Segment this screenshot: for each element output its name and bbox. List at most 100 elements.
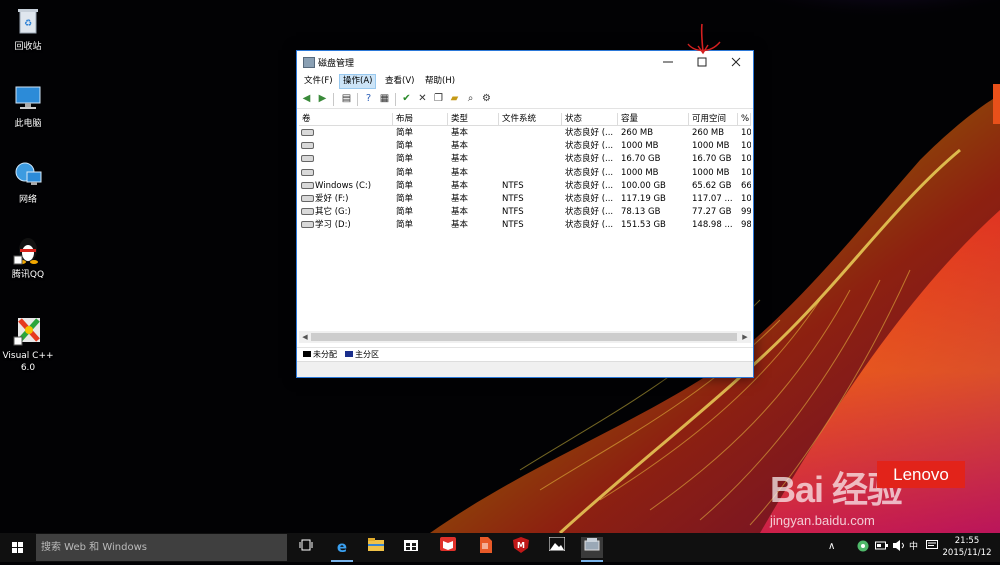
column-header-volume[interactable]: 卷 (299, 113, 393, 126)
menu-action[interactable]: 操作(A) (339, 74, 377, 89)
chevron-up-icon: ∧ (828, 541, 836, 552)
cell-status: 状态良好 (... (565, 206, 617, 219)
help-icon[interactable]: ? (363, 93, 374, 104)
column-header-percent[interactable]: % (738, 113, 751, 126)
lenovo-logo: Lenovo (877, 461, 965, 488)
volume-row[interactable]: 爱好 (F:) 简单 基本 NTFS 状态良好 (... 117.19 GB 117.07 … (299, 193, 751, 206)
volume-row[interactable]: 学习 (D:) 简单 基本 NTFS 状态良好 (... 151.53 GB 148.98 … (299, 219, 751, 232)
cell-free: 16.70 GB (692, 153, 736, 166)
fs-text: NTFS (502, 220, 524, 231)
red-app-taskbar-button[interactable] (474, 537, 496, 558)
free-text: 65.62 GB (692, 180, 732, 191)
cell-status: 状态良好 (... (565, 180, 617, 193)
disk-management-icon (584, 538, 600, 551)
this-pc-shortcut[interactable]: 此电脑 (0, 82, 56, 130)
task-view-button[interactable] (295, 537, 317, 558)
recycle-bin-shortcut[interactable]: ♻ 回收站 (0, 5, 56, 53)
settings-icon[interactable]: ⚙ (481, 93, 492, 104)
visual-cpp-shortcut[interactable]: Visual C++ 6.0 (0, 314, 56, 374)
volume-text: 其它 (G:) (315, 207, 351, 218)
qq-shortcut[interactable]: 腾讯QQ (0, 233, 56, 281)
open-folder-icon[interactable]: ▰ (449, 93, 460, 104)
column-header-type[interactable]: 类型 (448, 113, 499, 126)
cell-layout: 简单 (396, 140, 446, 153)
tray-app-green[interactable] (857, 540, 869, 557)
desktop-icon-label: 腾讯QQ (11, 270, 45, 280)
cell-capacity: 1000 MB (621, 167, 687, 180)
disk-drive-icon (301, 195, 314, 202)
check-icon[interactable]: ✔ (401, 93, 412, 104)
volume-row[interactable]: Windows (C:) 简单 基本 NTFS 状态良好 (... 100.00 GB 65… (299, 180, 751, 193)
cell-free: 260 MB (692, 127, 736, 140)
cell-layout: 简单 (396, 180, 446, 193)
volume-button[interactable] (893, 540, 905, 556)
column-header-capacity[interactable]: 容量 (618, 113, 689, 126)
search-box[interactable]: 搜索 Web 和 Windows (36, 534, 287, 561)
svg-text:♻: ♻ (24, 19, 32, 29)
cell-pct: 10 (741, 127, 751, 140)
red-book-taskbar-button[interactable] (437, 537, 459, 558)
edge-taskbar-button[interactable]: e (331, 537, 353, 562)
forward-arrow-icon[interactable]: ▶ (317, 93, 328, 104)
copy-icon[interactable]: ❐ (433, 93, 444, 104)
cell-status: 状态良好 (... (565, 193, 617, 206)
cell-fs (502, 153, 560, 166)
scrollbar-thumb[interactable] (311, 333, 737, 341)
show-hidden-icons-button[interactable]: ∧ (828, 540, 835, 554)
pct-text: 10 (741, 141, 751, 152)
volume-row[interactable]: 简单 基本 状态良好 (... 1000 MB 1000 MB 10 (299, 167, 751, 180)
horizontal-scrollbar[interactable]: ◀ ▶ (299, 331, 751, 343)
cell-fs: NTFS (502, 219, 560, 232)
system-clock[interactable]: 21:55 2015/11/12 (942, 535, 992, 559)
menu-bar: 文件(F) 操作(A) 查看(V) 帮助(H) (297, 74, 753, 89)
cell-type: 基本 (451, 127, 497, 140)
close-button[interactable] (719, 51, 753, 73)
properties-pane-icon[interactable]: ▦ (379, 93, 390, 104)
scroll-right-icon[interactable]: ▶ (739, 331, 751, 343)
tray-app-battery[interactable] (875, 540, 888, 556)
free-text: 260 MB (692, 128, 725, 138)
cell-capacity: 260 MB (621, 127, 687, 140)
minimize-button[interactable] (651, 51, 685, 73)
cell-type: 基本 (451, 140, 497, 153)
ime-language-button[interactable]: 中 (909, 540, 918, 554)
toolbar-separator (333, 93, 334, 106)
column-header-filesystem[interactable]: 文件系统 (499, 113, 562, 126)
layout-text: 简单 (396, 128, 414, 138)
pct-text: 10 (741, 128, 751, 138)
taskbar: 搜索 Web 和 Windows e M ∧ 中 21:55 2015/11/1… (0, 533, 1000, 562)
start-button[interactable] (0, 533, 36, 562)
action-center-button[interactable] (926, 540, 938, 556)
column-header-status[interactable]: 状态 (562, 113, 618, 126)
cell-volume (301, 127, 391, 140)
delete-icon[interactable]: ✕ (417, 93, 428, 104)
menu-view[interactable]: 查看(V) (382, 75, 417, 88)
volume-list: 卷 布局 类型 文件系统 状态 容量 可用空间 % 简单 基本 状态良好 (... 2… (299, 113, 751, 343)
capacity-text: 151.53 GB (621, 220, 666, 231)
type-text: 基本 (451, 207, 469, 218)
menu-help[interactable]: 帮助(H) (422, 75, 458, 88)
network-shortcut[interactable]: 网络 (0, 158, 56, 206)
volume-row[interactable]: 简单 基本 状态良好 (... 1000 MB 1000 MB 10 (299, 140, 751, 153)
disk-management-taskbar-button[interactable] (581, 537, 603, 562)
menu-file[interactable]: 文件(F) (301, 75, 336, 88)
volume-row[interactable]: 简单 基本 状态良好 (... 16.70 GB 16.70 GB 10 (299, 153, 751, 166)
column-header-free-space[interactable]: 可用空间 (689, 113, 738, 126)
file-explorer-taskbar-button[interactable] (365, 537, 387, 558)
search-disk-icon[interactable]: ⌕ (465, 93, 476, 104)
cell-type: 基本 (451, 193, 497, 206)
column-header-layout[interactable]: 布局 (393, 113, 448, 126)
scroll-left-icon[interactable]: ◀ (299, 331, 311, 343)
fs-text: NTFS (502, 207, 524, 218)
desktop-icon-label: 回收站 (14, 42, 42, 52)
mcafee-taskbar-button[interactable]: M (510, 537, 532, 558)
store-taskbar-button[interactable] (400, 537, 422, 558)
cell-status: 状态良好 (... (565, 219, 617, 232)
volume-row[interactable]: 其它 (G:) 简单 基本 NTFS 状态良好 (... 78.13 GB 77.27 GB… (299, 206, 751, 219)
penguin-icon (12, 233, 44, 265)
photos-taskbar-button[interactable] (546, 536, 568, 558)
cell-pct: 10 (741, 167, 751, 180)
back-arrow-icon[interactable]: ◀ (301, 93, 312, 104)
volume-row[interactable]: 简单 基本 状态良好 (... 260 MB 260 MB 10 (299, 127, 751, 140)
console-tree-icon[interactable]: ▤ (341, 93, 352, 104)
